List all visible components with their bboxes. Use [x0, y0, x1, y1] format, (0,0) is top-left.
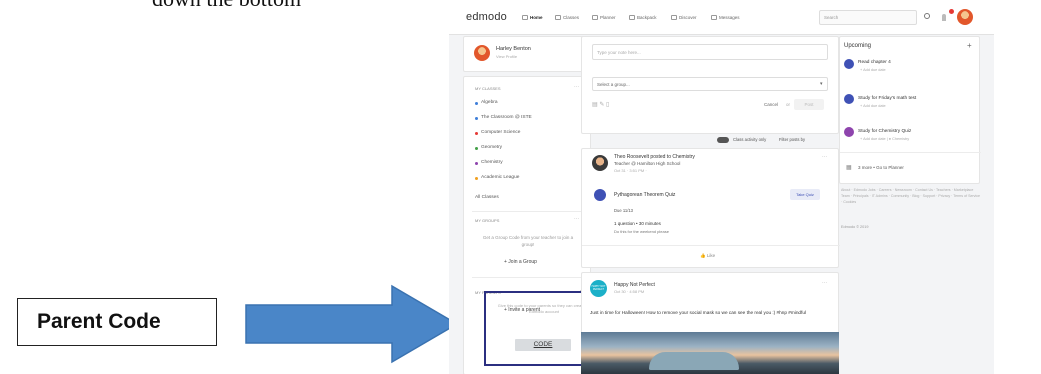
upcoming-item-sub[interactable]: + Add due date | ● Chemistry [860, 137, 909, 141]
classes-icon [555, 15, 561, 20]
upcoming-item-title[interactable]: Study for Friday's math test [858, 96, 916, 101]
profile-card: Harley Benton View Profile [463, 36, 591, 72]
chevron-down-icon: ▾ [820, 81, 823, 87]
composer-card: Type your note here... Select a group...… [581, 36, 839, 134]
class-item-geometry[interactable]: Geometry [481, 145, 502, 150]
class-item-classroom-iste[interactable]: The Classroom @ ISTE [481, 115, 532, 120]
post-button[interactable]: Post [794, 99, 824, 110]
divider [472, 277, 584, 278]
home-icon [522, 15, 528, 20]
discover-icon [671, 15, 677, 20]
footer-copyright: Edmodo © 2019 [841, 225, 869, 229]
user-avatar[interactable] [957, 9, 973, 25]
group-select[interactable]: Select a group... [592, 77, 828, 91]
attachment-icons[interactable]: ▤ ✎ ▯ [592, 101, 609, 108]
search-icon[interactable] [924, 13, 930, 19]
upcoming-title: Upcoming [844, 43, 872, 49]
parent-code-button[interactable]: CODE [515, 339, 571, 351]
post-more-icon[interactable]: ··· [822, 154, 827, 160]
divider [582, 245, 840, 246]
nav-classes[interactable]: Classes [555, 15, 579, 20]
teacher-avatar[interactable] [592, 155, 608, 171]
upcoming-item-sub[interactable]: + Add due date [860, 104, 886, 108]
class-activity-label: Class activity only [733, 137, 767, 142]
class-dot [475, 102, 478, 105]
class-dot [475, 132, 478, 135]
post-time: Oct 30 · 4:58 PM [614, 289, 645, 294]
divider [840, 152, 981, 153]
notifications-icon[interactable] [942, 14, 946, 21]
profile-link[interactable]: View Profile [496, 54, 517, 59]
quiz-due-date: Due 11/13 [614, 208, 634, 213]
or-text: or [786, 102, 791, 107]
divider [472, 211, 584, 212]
assignment-icon [844, 127, 854, 137]
profile-name[interactable]: Harley Benton [496, 46, 531, 52]
classes-more-icon[interactable]: ··· [574, 84, 579, 90]
profile-avatar[interactable] [474, 45, 490, 61]
post-author-role: Teacher @ Hamilton High School [614, 161, 681, 166]
search-input[interactable]: Search [819, 10, 917, 25]
join-group-button[interactable]: + Join a Group [504, 259, 537, 265]
class-dot [475, 162, 478, 165]
note-input[interactable]: Type your note here... [592, 44, 828, 60]
class-activity-toggle[interactable] [717, 137, 729, 143]
upcoming-card: Upcoming + Read chapter 4 + Add due date… [839, 36, 981, 184]
edmodo-screenshot: edmodo Home Classes Planner Backpack Dis… [449, 0, 994, 374]
callout-arrow-icon [245, 284, 459, 364]
messages-icon [711, 15, 717, 20]
post-image-detail [649, 352, 739, 370]
planner-icon: ▦ [846, 165, 852, 171]
assignment-icon [844, 59, 854, 69]
edmodo-logo[interactable]: edmodo [466, 11, 507, 23]
add-upcoming-button[interactable]: + [967, 41, 972, 50]
class-dot [475, 177, 478, 180]
class-dot [475, 147, 478, 150]
upcoming-item-title[interactable]: Study for Chemistry Quiz [858, 129, 911, 134]
nav-planner[interactable]: Planner [592, 15, 616, 20]
document-text: down the bottom [152, 0, 301, 12]
quiz-title[interactable]: Pythagorean Theorem Quiz [614, 192, 675, 198]
class-dot [475, 117, 478, 120]
nav-discover[interactable]: Discover [671, 15, 697, 20]
nav-messages[interactable]: Messages [711, 15, 740, 20]
filter-posts-dropdown[interactable]: Filter posts by [779, 137, 805, 142]
nav-backpack[interactable]: Backpack [629, 15, 657, 20]
post-author[interactable]: Theo Roosevelt posted to Chemistry [614, 154, 695, 160]
notification-badge [949, 9, 954, 14]
post-body: Just in time for Halloween! How to remov… [590, 310, 806, 315]
callout-label: Parent Code [37, 310, 161, 333]
cancel-link[interactable]: Cancel [764, 102, 778, 107]
go-to-planner-link[interactable]: 3 more • Go to Planner [858, 165, 904, 170]
upcoming-item-title[interactable]: Read chapter 4 [858, 60, 891, 65]
planner-icon [592, 15, 598, 20]
my-classes-heading: MY CLASSES [475, 86, 501, 91]
upcoming-item-sub[interactable]: + Add due date [860, 68, 886, 72]
assignment-icon [844, 94, 854, 104]
all-classes-link[interactable]: All Classes [475, 195, 499, 200]
post-time: Oct 31 · 3:51 PM · [614, 168, 647, 173]
class-item-computer-science[interactable]: Computer Science [481, 130, 520, 135]
like-button[interactable]: 👍 Like [700, 253, 715, 259]
top-nav-bar: edmodo Home Classes Planner Backpack Dis… [449, 0, 994, 35]
post-card-quiz: Theo Roosevelt posted to Chemistry Teach… [581, 148, 840, 268]
post-author[interactable]: Happy Not Perfect [614, 282, 655, 288]
my-groups-heading: MY GROUPS [475, 218, 500, 223]
backpack-icon [629, 15, 635, 20]
footer-links[interactable]: About · Edmodo Jobs · Careers · Newsroom… [841, 187, 981, 206]
class-item-chemistry[interactable]: Chemistry [481, 160, 503, 165]
class-item-academic-league[interactable]: Academic League [481, 175, 519, 180]
take-quiz-button[interactable]: Take Quiz [790, 189, 820, 200]
parent-code-callout: Parent Code [17, 298, 217, 346]
parent-code-description: Give this code to your parents so they c… [497, 303, 591, 314]
post-more-icon[interactable]: ··· [822, 280, 827, 286]
quiz-meta: 1 question • 30 minutes [614, 221, 661, 226]
publisher-avatar[interactable]: HAPPY NOT PERFECT [590, 280, 607, 297]
class-item-algebra[interactable]: Algebra [481, 100, 498, 105]
groups-more-icon[interactable]: ··· [574, 216, 579, 222]
nav-home[interactable]: Home [522, 15, 543, 20]
groups-hint: Get a Group Code from your teacher to jo… [482, 235, 574, 247]
quiz-note: Do this for the weekend please [614, 229, 669, 234]
quiz-icon [594, 189, 606, 201]
